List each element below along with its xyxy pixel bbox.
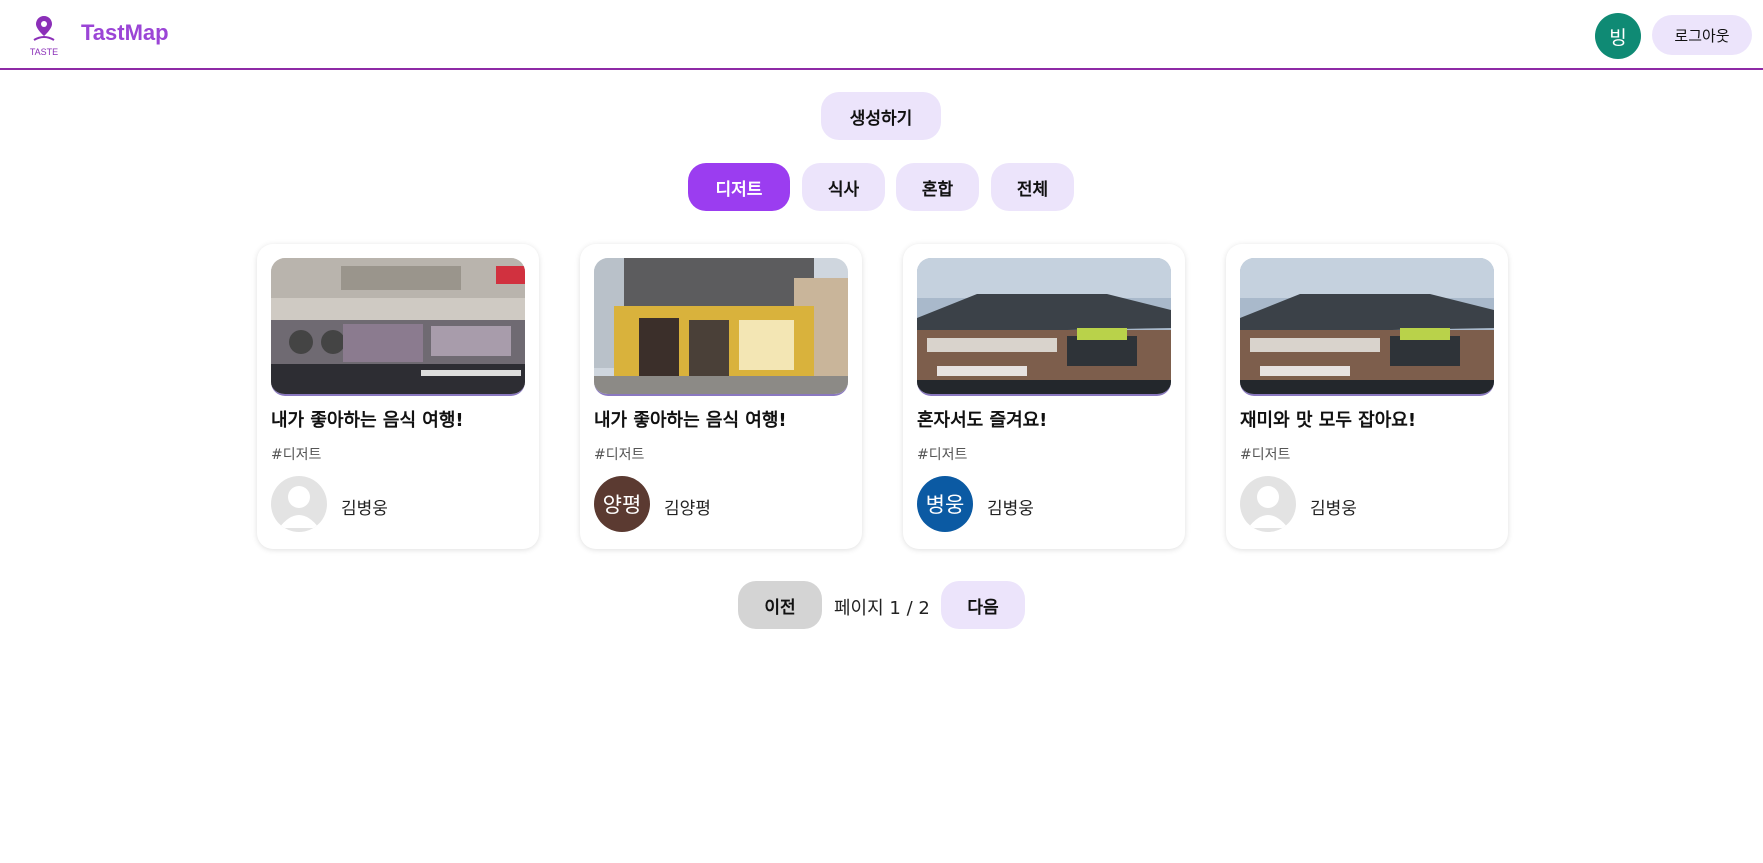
author-avatar: 양평	[594, 476, 650, 532]
brand-name[interactable]: TastMap	[81, 20, 169, 46]
post-title: 내가 좋아하는 음식 여행!	[594, 410, 787, 431]
tab-all[interactable]: 전체	[991, 163, 1074, 211]
post-thumbnail[interactable]	[271, 258, 525, 396]
post-card[interactable]: 내가 좋아하는 음식 여행! #디저트 양평 김양평	[580, 244, 862, 549]
author-name: 김병웅	[1310, 499, 1357, 519]
create-button[interactable]: 생성하기	[821, 92, 941, 140]
prev-page-button[interactable]: 이전	[738, 581, 822, 629]
post-tag: #디저트	[917, 447, 968, 463]
top-header: TASTE TastMap 빙 로그아웃	[0, 0, 1763, 70]
post-thumbnail[interactable]	[917, 258, 1171, 396]
post-card[interactable]: 재미와 맛 모두 잡아요! #디저트 김병웅	[1226, 244, 1508, 549]
post-title: 재미와 맛 모두 잡아요!	[1240, 410, 1417, 431]
taste-logo-icon[interactable]: TASTE	[26, 12, 62, 58]
author-name: 김병웅	[987, 499, 1034, 519]
tab-mixed[interactable]: 혼합	[896, 163, 979, 211]
default-avatar-icon	[1240, 476, 1296, 532]
page-current: 1 / 2	[889, 598, 930, 619]
page-indicator: 페이지 1 / 2	[834, 594, 930, 620]
post-title: 내가 좋아하는 음식 여행!	[271, 410, 464, 431]
author-name: 김양평	[664, 499, 711, 519]
author-avatar: 병웅	[917, 476, 973, 532]
tab-meal[interactable]: 식사	[802, 163, 885, 211]
tab-dessert[interactable]: 디저트	[688, 163, 790, 211]
svg-text:TASTE: TASTE	[30, 47, 58, 57]
post-card[interactable]: 혼자서도 즐겨요! #디저트 병웅 김병웅	[903, 244, 1185, 549]
user-avatar[interactable]: 빙	[1595, 13, 1641, 59]
post-thumbnail[interactable]	[1240, 258, 1494, 396]
post-card[interactable]: 내가 좋아하는 음식 여행! #디저트 김병웅	[257, 244, 539, 549]
post-tag: #디저트	[271, 447, 322, 463]
logout-button[interactable]: 로그아웃	[1652, 15, 1752, 55]
post-thumbnail[interactable]	[594, 258, 848, 396]
page-prefix: 페이지	[834, 598, 884, 619]
post-tag: #디저트	[1240, 447, 1291, 463]
post-title: 혼자서도 즐겨요!	[917, 410, 1048, 431]
post-tag: #디저트	[594, 447, 645, 463]
default-avatar-icon	[271, 476, 327, 532]
next-page-button[interactable]: 다음	[941, 581, 1025, 629]
author-name: 김병웅	[341, 499, 388, 519]
